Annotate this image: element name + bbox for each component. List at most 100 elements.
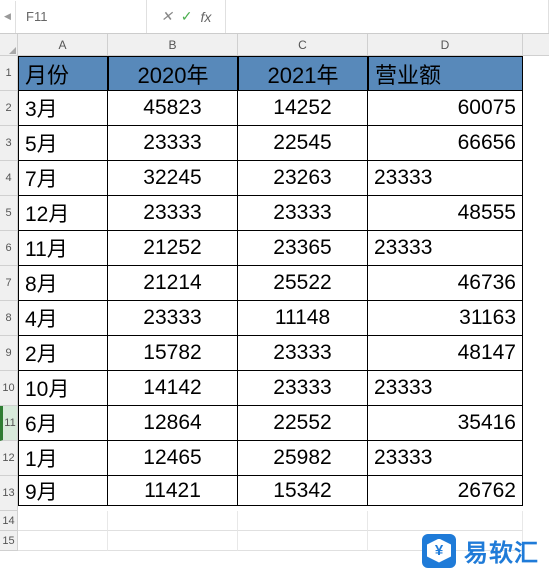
cell[interactable]: 35416 <box>368 406 523 441</box>
cell[interactable] <box>18 531 108 551</box>
cell[interactable]: 7月 <box>18 161 108 196</box>
cell[interactable]: 23333 <box>238 336 368 371</box>
cell[interactable]: 15342 <box>238 476 368 506</box>
row-header[interactable]: 5 <box>0 196 18 231</box>
row-header[interactable]: 12 <box>0 441 18 476</box>
cell[interactable]: 12864 <box>108 406 238 441</box>
cell[interactable]: 23333 <box>108 196 238 231</box>
fx-icon[interactable]: fx <box>200 9 211 25</box>
formula-input[interactable] <box>226 0 548 33</box>
header-cell[interactable]: 月份 <box>18 56 108 91</box>
watermark-text: 易软汇 <box>464 533 539 568</box>
cell[interactable]: 23333 <box>368 441 523 476</box>
cell[interactable]: 48147 <box>368 336 523 371</box>
cell[interactable] <box>238 511 368 531</box>
table-row: 14 <box>0 511 549 531</box>
cell[interactable]: 23333 <box>108 126 238 161</box>
row-header[interactable]: 9 <box>0 336 18 371</box>
cell[interactable]: 11148 <box>238 301 368 336</box>
row-header[interactable]: 11 <box>0 406 18 441</box>
cell[interactable]: 32245 <box>108 161 238 196</box>
cell[interactable]: 48555 <box>368 196 523 231</box>
cell[interactable]: 22552 <box>238 406 368 441</box>
row-header[interactable]: 8 <box>0 301 18 336</box>
cancel-icon[interactable]: ✕ <box>161 8 173 25</box>
row-header[interactable]: 10 <box>0 371 18 406</box>
cell[interactable]: 26762 <box>368 476 523 506</box>
cell[interactable]: 15782 <box>108 336 238 371</box>
cell[interactable]: 46736 <box>368 266 523 301</box>
row-header[interactable]: 6 <box>0 231 18 266</box>
cell[interactable]: 31163 <box>368 301 523 336</box>
cell[interactable]: 3月 <box>18 91 108 126</box>
cell[interactable]: 12465 <box>108 441 238 476</box>
cell[interactable] <box>238 531 368 551</box>
column-header-a[interactable]: A <box>18 34 108 55</box>
formula-bar: ◀ F11 ✕ ✓ fx <box>0 0 549 34</box>
cell[interactable]: 60075 <box>368 91 523 126</box>
cell[interactable]: 4月 <box>18 301 108 336</box>
row-header[interactable]: 4 <box>0 161 18 196</box>
row-header[interactable]: 7 <box>0 266 18 301</box>
cell[interactable]: 11月 <box>18 231 108 266</box>
cell[interactable]: 14252 <box>238 91 368 126</box>
cell[interactable]: 66656 <box>368 126 523 161</box>
cell[interactable] <box>368 511 523 531</box>
cell[interactable] <box>18 511 108 531</box>
table-row: 23月458231425260075 <box>0 91 549 126</box>
header-cell[interactable]: 2020年 <box>108 56 238 91</box>
cell[interactable]: 25982 <box>238 441 368 476</box>
table-row: 1010月141422333323333 <box>0 371 549 406</box>
cell[interactable]: 23333 <box>368 161 523 196</box>
table-row: 121月124652598223333 <box>0 441 549 476</box>
cell[interactable]: 5月 <box>18 126 108 161</box>
select-all-corner[interactable] <box>0 34 18 55</box>
row-header[interactable]: 2 <box>0 91 18 126</box>
header-cell[interactable]: 2021年 <box>238 56 368 91</box>
cell[interactable]: 23333 <box>368 371 523 406</box>
table-row: 116月128642255235416 <box>0 406 549 441</box>
table-row: 139月114211534226762 <box>0 476 549 511</box>
table-row: 78月212142552246736 <box>0 266 549 301</box>
row-header[interactable]: 14 <box>0 511 18 531</box>
cell[interactable]: 23263 <box>238 161 368 196</box>
table-row: 35月233332254566656 <box>0 126 549 161</box>
row-header[interactable]: 3 <box>0 126 18 161</box>
table-row: 47月322452326323333 <box>0 161 549 196</box>
cell[interactable]: 23333 <box>238 196 368 231</box>
cell[interactable]: 23333 <box>108 301 238 336</box>
accept-icon[interactable]: ✓ <box>181 8 193 25</box>
row-header[interactable]: 15 <box>0 531 18 551</box>
cell[interactable]: 12月 <box>18 196 108 231</box>
column-header-b[interactable]: B <box>108 34 238 55</box>
column-header-d[interactable]: D <box>368 34 523 55</box>
cell[interactable] <box>108 511 238 531</box>
cell[interactable]: 10月 <box>18 371 108 406</box>
column-header-c[interactable]: C <box>238 34 368 55</box>
cell[interactable]: 23365 <box>238 231 368 266</box>
row-header[interactable]: 13 <box>0 476 18 511</box>
cell[interactable]: 25522 <box>238 266 368 301</box>
chevron-left-icon[interactable]: ◀ <box>0 1 16 33</box>
cell[interactable] <box>108 531 238 551</box>
cell[interactable]: 9月 <box>18 476 108 506</box>
header-cell[interactable]: 营业额 <box>368 56 523 91</box>
cell[interactable]: 21252 <box>108 231 238 266</box>
name-box[interactable]: F11 <box>16 0 146 33</box>
row-header[interactable]: 1 <box>0 56 18 91</box>
table-row: 512月233332333348555 <box>0 196 549 231</box>
table-row: 84月233331114831163 <box>0 301 549 336</box>
cell[interactable]: 45823 <box>108 91 238 126</box>
watermark: ¥ 易软汇 <box>422 533 539 568</box>
cell[interactable]: 21214 <box>108 266 238 301</box>
cell[interactable]: 23333 <box>238 371 368 406</box>
cell[interactable]: 14142 <box>108 371 238 406</box>
cell[interactable]: 23333 <box>368 231 523 266</box>
cell[interactable]: 2月 <box>18 336 108 371</box>
cell[interactable]: 8月 <box>18 266 108 301</box>
cell[interactable]: 22545 <box>238 126 368 161</box>
table-row: 611月212522336523333 <box>0 231 549 266</box>
cell[interactable]: 11421 <box>108 476 238 506</box>
cell[interactable]: 1月 <box>18 441 108 476</box>
cell[interactable]: 6月 <box>18 406 108 441</box>
